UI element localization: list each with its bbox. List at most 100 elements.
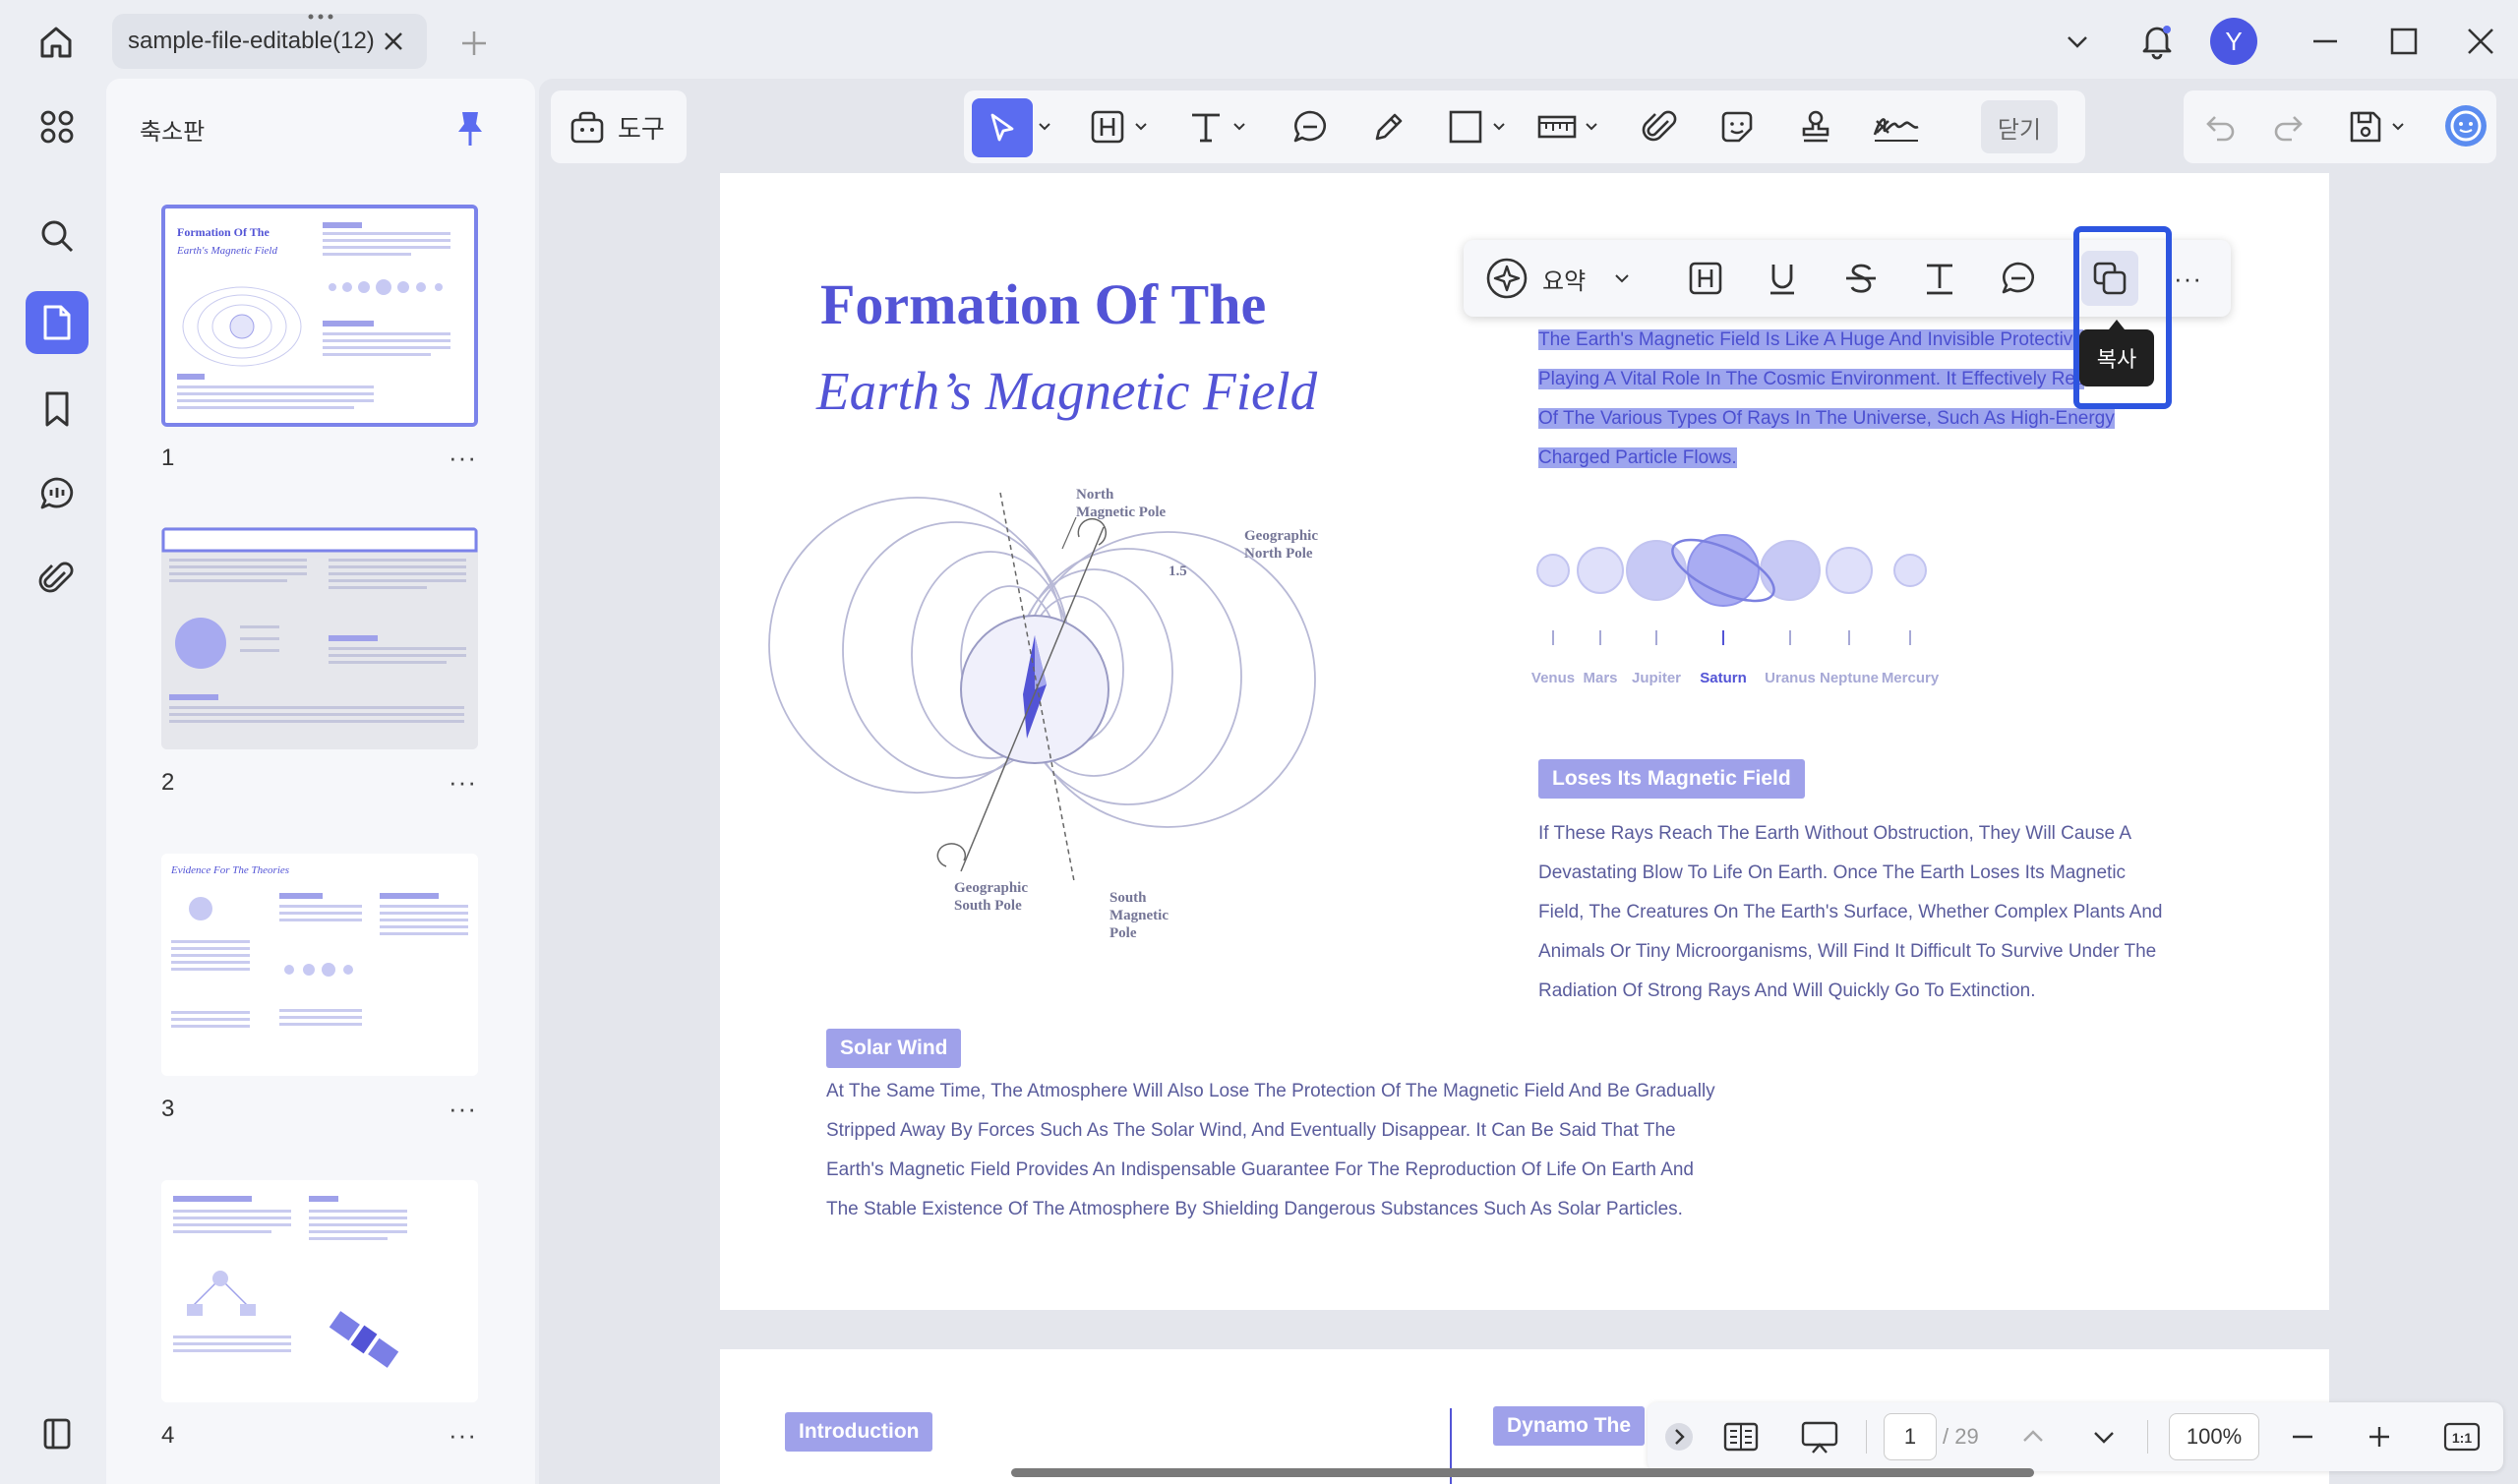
north-magnetic-pole-label: North Magnetic Pole: [1076, 487, 1167, 520]
thumb3-title: Evidence For The Theories: [170, 864, 289, 876]
ai-sparkle-icon: [1486, 258, 1528, 299]
zoom-level[interactable]: 100%: [2169, 1413, 2259, 1460]
page-thumbnail-4[interactable]: [161, 1180, 478, 1402]
ai-summarize-button[interactable]: 요약: [1483, 257, 1631, 300]
underline-button[interactable]: [1763, 257, 1802, 300]
actual-size-icon[interactable]: 1:1: [2442, 1415, 2482, 1458]
comment-tool[interactable]: [1290, 105, 1330, 148]
chevron-down-icon: [1615, 274, 1629, 283]
maximize-icon[interactable]: [2384, 22, 2424, 61]
page-navigation-bar: / 29 100% 1:1: [1648, 1402, 2503, 1471]
stamp-icon: [1802, 110, 1829, 143]
apps-grid-icon[interactable]: [26, 95, 89, 158]
horizontal-scrollbar[interactable]: [1011, 1468, 2034, 1477]
svg-text:1:1: 1:1: [2452, 1430, 2472, 1446]
highlight-tool[interactable]: [1088, 105, 1149, 148]
ai-assistant-icon[interactable]: [2443, 104, 2488, 148]
zoom-in-icon[interactable]: [2362, 1415, 2397, 1458]
text-t-icon: [1927, 264, 1952, 295]
section2-paragraph: At The Same Time, The Atmosphere Will Al…: [826, 1072, 1715, 1229]
chevron-down-icon: [1493, 123, 1505, 131]
close-tools-button[interactable]: 닫기: [1981, 100, 2058, 153]
thumbnail-more-button[interactable]: ···: [449, 1420, 477, 1451]
comment-bubble-icon: [1293, 110, 1326, 143]
chevron-down-icon: [1233, 123, 1245, 131]
thumbnail-page-number: 2: [161, 769, 175, 796]
expand-nav-button[interactable]: [1661, 1415, 1697, 1458]
drag-handle-icon[interactable]: [301, 10, 340, 24]
home-icon[interactable]: [33, 20, 79, 65]
text-format-button[interactable]: [1920, 257, 1959, 300]
planets-illustration: [1536, 534, 1927, 645]
strikethrough-icon: [1846, 264, 1876, 293]
panel-layout-icon[interactable]: [26, 1402, 89, 1465]
more-options-button[interactable]: ···: [2174, 257, 2202, 300]
tools-button[interactable]: 도구: [551, 90, 687, 163]
minimize-icon[interactable]: [2306, 22, 2345, 61]
previous-page-icon[interactable]: [2015, 1415, 2051, 1458]
page-thumbnail-3[interactable]: Evidence For The Theories: [161, 854, 478, 1076]
signature-icon: [1873, 118, 1919, 142]
presentation-icon[interactable]: [1795, 1415, 1844, 1458]
section1-paragraph: If These Rays Reach The Earth Without Ob…: [1538, 814, 2162, 1011]
selected-text-line: Charged Particle Flows.: [1538, 447, 1737, 468]
angle-label: 1.5: [1169, 564, 1187, 579]
close-tab-icon[interactable]: [380, 28, 407, 55]
page-thumbnail-2[interactable]: [161, 527, 478, 749]
left-rail: [0, 83, 106, 1484]
selected-text-line: Playing A Vital Role In The Cosmic Envir…: [1538, 369, 2085, 389]
save-icon[interactable]: [2347, 105, 2406, 148]
thumbnails-page-icon[interactable]: [26, 291, 89, 354]
shape-tool[interactable]: [1446, 105, 1507, 148]
copy-tooltip: 복사: [2079, 320, 2154, 386]
text-tool[interactable]: [1186, 105, 1247, 148]
pen-tool[interactable]: [1369, 105, 1409, 148]
chevron-down-icon[interactable]: [2058, 22, 2097, 61]
page-thumbnail-1[interactable]: Formation Of The Earth's Magnetic Field: [161, 205, 478, 427]
thumbnail-page-number: 4: [161, 1422, 175, 1449]
text-line: Animals Or Tiny Microorganisms, Will Fin…: [1538, 941, 2157, 962]
highlight-text-button[interactable]: [1686, 257, 1725, 300]
intro-paragraph[interactable]: The Earth's Magnetic Field Is Like A Hug…: [1538, 321, 2115, 478]
bookmark-icon[interactable]: [26, 378, 89, 441]
document-tab[interactable]: sample-file-editable(12): [112, 14, 427, 69]
highlight-h-icon: [1689, 262, 1722, 295]
measure-tool[interactable]: [1536, 105, 1599, 148]
undo-icon[interactable]: [2203, 105, 2239, 148]
chevron-right-icon: [1665, 1423, 1693, 1451]
comments-icon[interactable]: [26, 462, 89, 525]
strikethrough-button[interactable]: [1841, 257, 1881, 300]
user-avatar[interactable]: Y: [2210, 18, 2257, 65]
new-tab-icon[interactable]: [454, 24, 494, 63]
text-line: At The Same Time, The Atmosphere Will Al…: [826, 1081, 1715, 1101]
notification-bell-icon[interactable]: [2134, 18, 2180, 63]
chevron-down-icon: [1586, 123, 1597, 131]
thumb1-title-1: Formation Of The: [177, 225, 270, 239]
select-tool[interactable]: [972, 98, 1033, 157]
zoom-out-icon[interactable]: [2285, 1415, 2320, 1458]
attach-tool[interactable]: [1641, 105, 1680, 148]
redo-icon[interactable]: [2270, 105, 2306, 148]
thumbnail-more-button[interactable]: ···: [449, 767, 477, 798]
stamp-tool[interactable]: [1796, 105, 1835, 148]
history-toolbar: [2184, 90, 2496, 163]
select-tool-dropdown[interactable]: [1037, 105, 1052, 148]
attachment-icon[interactable]: [26, 547, 89, 610]
chevron-down-icon: [1135, 123, 1147, 131]
next-page-icon[interactable]: [2086, 1415, 2122, 1458]
text-line: Field, The Creatures On The Earth's Surf…: [1538, 902, 2163, 922]
reading-mode-icon[interactable]: [1716, 1415, 1766, 1458]
comment-bubble-icon: [2002, 262, 2034, 294]
search-icon[interactable]: [26, 205, 89, 267]
text-line: Devastating Blow To Life On Earth. Once …: [1538, 862, 2127, 883]
pin-icon[interactable]: [454, 108, 486, 148]
planet-label: Mercury: [1881, 670, 1940, 686]
sticker-tool[interactable]: [1717, 105, 1757, 148]
add-comment-button[interactable]: [1999, 257, 2038, 300]
thumbnail-more-button[interactable]: ···: [449, 1094, 477, 1124]
current-page-input[interactable]: [1884, 1413, 1937, 1460]
signature-tool[interactable]: [1871, 105, 1922, 148]
thumbnail-more-button[interactable]: ···: [449, 443, 477, 473]
magnetic-field-diagram: [768, 492, 1316, 881]
close-window-icon[interactable]: [2461, 22, 2500, 61]
